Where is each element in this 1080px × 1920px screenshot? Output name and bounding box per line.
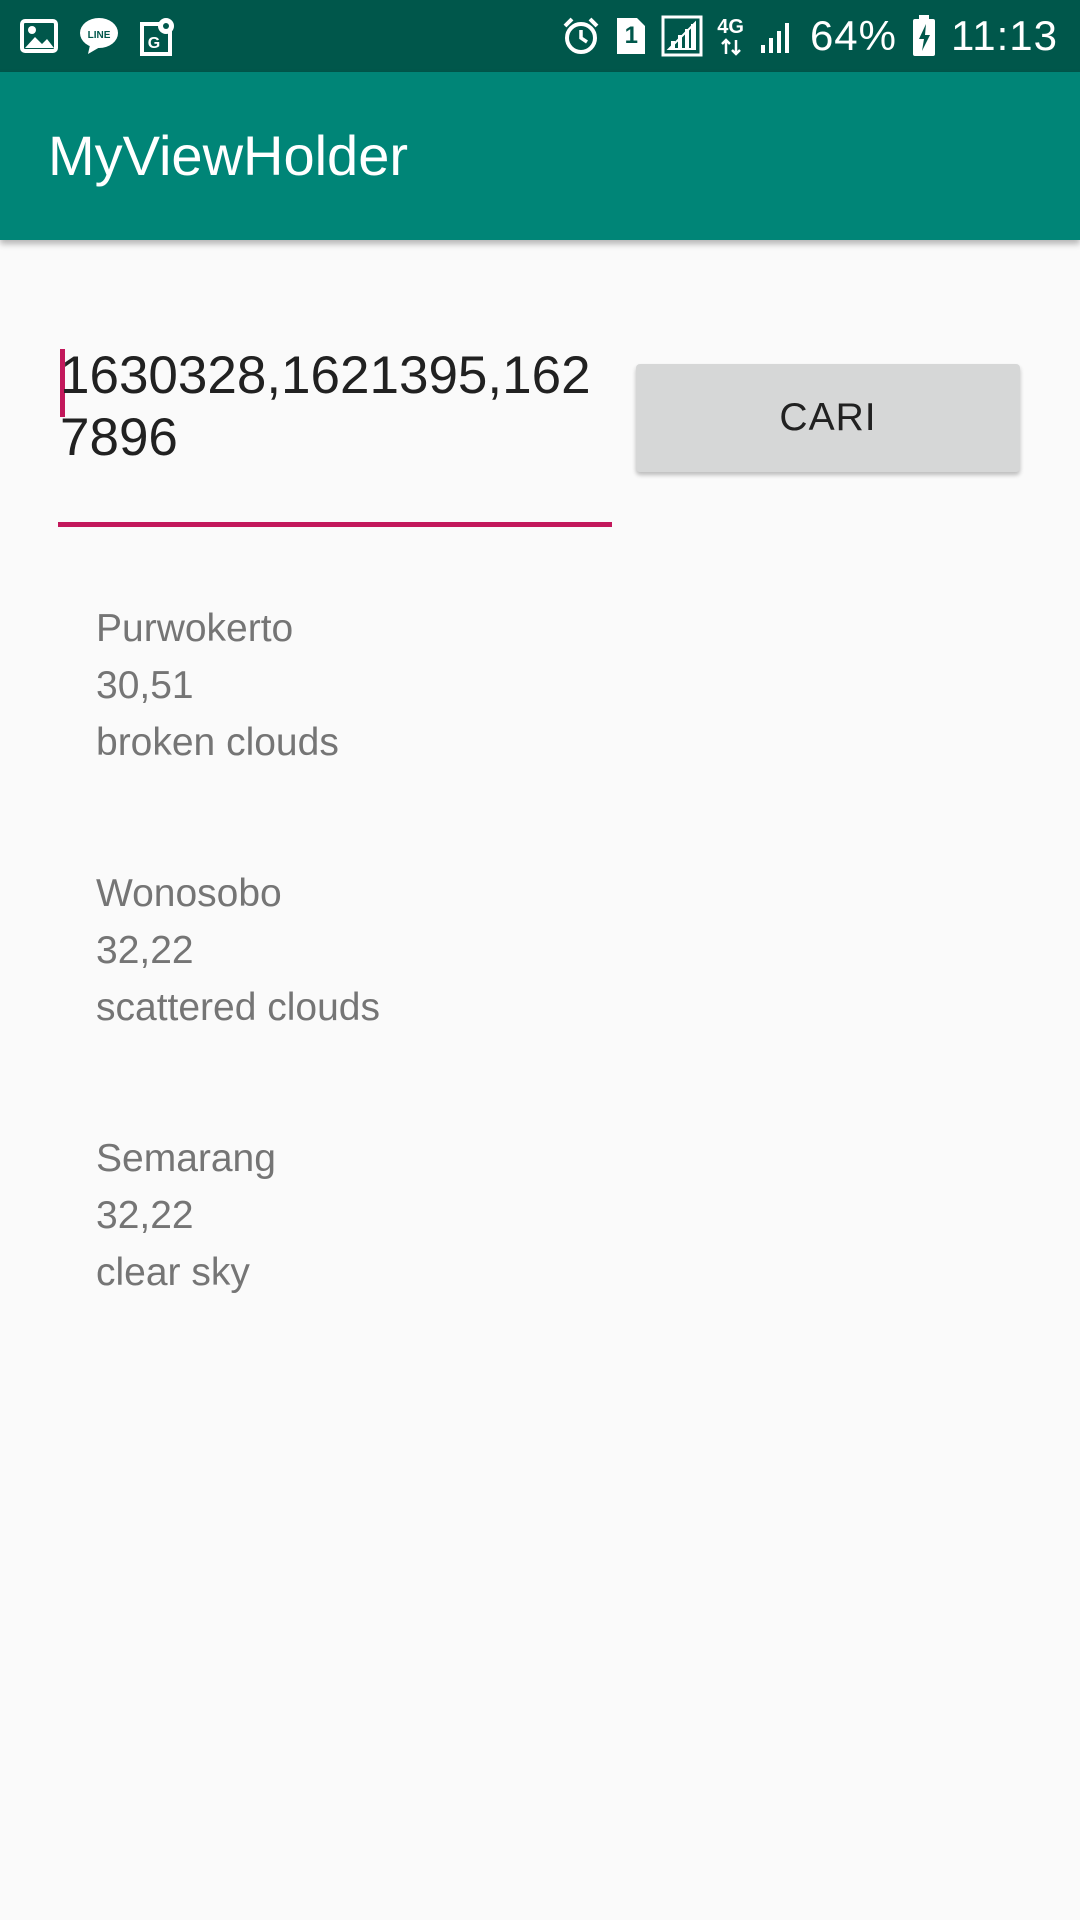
city-name: Semarang [96,1137,276,1180]
battery-percent: 64% [809,12,897,59]
clock: 11:13 [951,12,1058,59]
weather-description: scattered clouds [96,986,380,1029]
list-item[interactable]: Purwokerto 30,51 broken clouds [96,600,996,771]
notification-icons: LINE G [20,14,176,58]
city-id-input[interactable]: 1630328,1621395,1627896 [58,345,612,530]
app-title: MyViewHolder [48,124,408,187]
signal-icon-2 [758,17,796,55]
svg-text:LINE: LINE [88,30,111,41]
city-name: Purwokerto [96,607,294,650]
list-item[interactable]: Semarang 32,22 clear sky [96,1130,996,1301]
temperature: 32,22 [96,929,194,972]
cari-button[interactable]: CARI [636,364,1020,472]
status-bar: LINE G 1 4G 64% 11:13 [0,0,1080,72]
weather-description: broken clouds [96,721,339,764]
sim-1-icon: 1 [615,16,647,56]
gallery-icon [20,19,58,53]
weather-description: clear sky [96,1251,250,1294]
system-icons: 1 4G 64% 11:13 [561,10,1058,62]
4g-icon: 4G [717,16,744,56]
signal-icon [661,15,703,57]
input-underline [58,522,612,527]
battery-charging-icon [911,14,937,58]
sim-1-label: 1 [624,22,638,49]
alarm-icon [561,16,601,56]
city-name: Wonosobo [96,872,282,915]
temperature: 30,51 [96,664,194,707]
city-id-input-value[interactable]: 1630328,1621395,1627896 [60,345,610,469]
line-icon: LINE [78,17,120,55]
temperature: 32,22 [96,1194,194,1237]
result-list: Purwokerto 30,51 broken clouds Wonosobo … [96,600,996,1395]
network-label: 4G [717,16,744,38]
svg-text:G: G [148,35,160,52]
maps-icon: G [140,16,176,56]
list-item[interactable]: Wonosobo 32,22 scattered clouds [96,865,996,1036]
app-bar: MyViewHolder [0,72,1080,240]
